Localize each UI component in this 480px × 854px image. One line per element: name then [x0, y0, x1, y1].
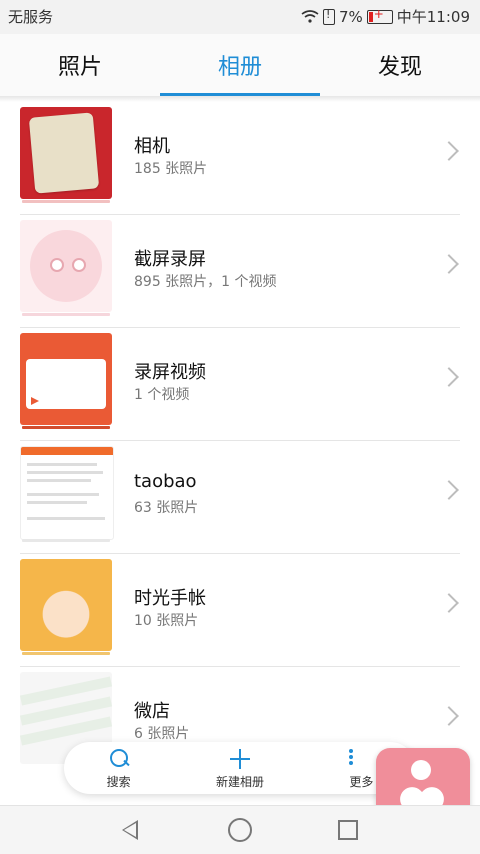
sim-alert-icon: [322, 8, 335, 25]
tab-photos[interactable]: 照片: [0, 34, 160, 96]
album-title: 时光手帐: [134, 588, 206, 609]
album-toolbar: 搜索 新建相册 更多: [64, 742, 416, 794]
search-label: 搜索: [106, 774, 131, 789]
album-title: 相机: [134, 136, 170, 157]
chevron-right-icon: [439, 367, 459, 387]
album-row-taobao[interactable]: taobao 63 张照片: [0, 441, 480, 554]
tab-discover[interactable]: 发现: [320, 34, 480, 96]
chevron-right-icon: [439, 593, 459, 613]
new-album-label: 新建相册: [215, 774, 264, 789]
album-title: taobao: [134, 471, 197, 492]
album-meta: 1 个视频: [134, 387, 190, 403]
album-thumbnail: [20, 559, 112, 651]
album-thumbnail: [20, 446, 114, 540]
recent-apps-icon[interactable]: [338, 820, 358, 840]
album-meta: 10 张照片: [134, 613, 199, 629]
album-meta: 6 张照片: [134, 726, 190, 742]
album-title: 截屏录屏: [134, 249, 206, 270]
more-icon: [349, 747, 373, 771]
system-nav-bar: [0, 805, 480, 854]
album-thumbnail: [20, 333, 112, 425]
album-title: 微店: [134, 701, 170, 722]
album-row-screenshots[interactable]: 截屏录屏 895 张照片，1 个视频: [0, 215, 480, 328]
back-icon[interactable]: [122, 820, 138, 840]
album-thumbnail: [20, 220, 112, 312]
album-row-time-journal[interactable]: 时光手帐 10 张照片: [0, 554, 480, 667]
album-title: 录屏视频: [134, 362, 206, 383]
chevron-right-icon: [439, 141, 459, 161]
new-album-button[interactable]: 新建相册: [216, 747, 264, 790]
album-meta: 895 张照片，1 个视频: [134, 274, 277, 290]
plus-icon: [228, 747, 252, 771]
home-icon[interactable]: [228, 818, 252, 842]
carrier-text: 无服务: [8, 8, 54, 26]
chevron-right-icon: [439, 706, 459, 726]
search-button[interactable]: 搜索: [107, 747, 131, 790]
album-thumbnail: [20, 107, 112, 199]
tab-albums[interactable]: 相册: [160, 34, 320, 96]
search-icon: [107, 747, 131, 771]
clock: 中午11:09: [396, 8, 470, 26]
album-meta: 63 张照片: [134, 500, 199, 516]
battery-icon: +: [366, 7, 393, 24]
status-bar: 无服务 7% + 中午11:09: [0, 0, 480, 34]
more-button[interactable]: 更多: [349, 747, 373, 790]
album-row-screen-recordings[interactable]: 录屏视频 1 个视频: [0, 328, 480, 441]
top-tabs: 照片 相册 发现: [0, 34, 480, 96]
chevron-right-icon: [439, 480, 459, 500]
chevron-right-icon: [439, 254, 459, 274]
wifi-icon: [301, 9, 319, 24]
album-meta: 185 张照片: [134, 161, 208, 177]
album-list: 相机 185 张照片 截屏录屏 895 张照片，1 个视频 录屏视频 1 个视频: [0, 102, 480, 780]
album-row-camera[interactable]: 相机 185 张照片: [0, 102, 480, 215]
more-label: 更多: [349, 774, 374, 789]
battery-percent: 7%: [338, 7, 363, 26]
